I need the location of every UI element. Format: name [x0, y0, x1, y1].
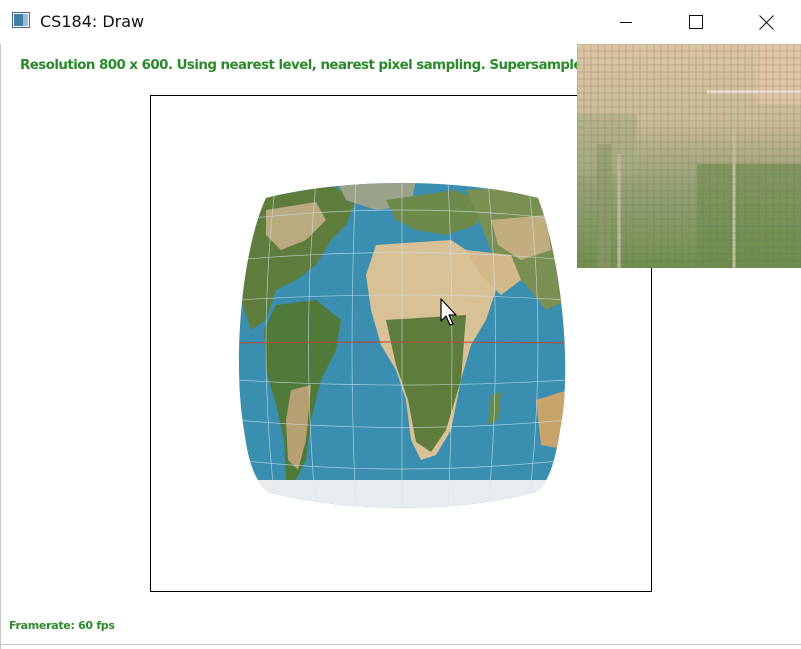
app-window-icon — [12, 12, 30, 28]
title-bar[interactable]: CS184: Draw — [0, 0, 801, 44]
pixel-zoom-inset — [577, 44, 801, 268]
framerate-text: Framerate: 60 fps — [9, 619, 115, 632]
close-icon — [758, 14, 774, 30]
mouse-pointer-icon — [440, 298, 457, 326]
minimize-button[interactable] — [603, 0, 649, 44]
minimize-icon — [620, 22, 632, 23]
app-window: CS184: Draw Resolution 800 x 600. Using … — [0, 0, 801, 649]
maximize-button[interactable] — [673, 0, 719, 44]
window-title: CS184: Draw — [40, 12, 145, 31]
close-button[interactable] — [743, 0, 789, 44]
maximize-icon — [689, 15, 703, 29]
world-map-texture — [238, 183, 566, 508]
window-left-edge — [0, 44, 1, 649]
window-bottom-edge — [0, 644, 801, 645]
